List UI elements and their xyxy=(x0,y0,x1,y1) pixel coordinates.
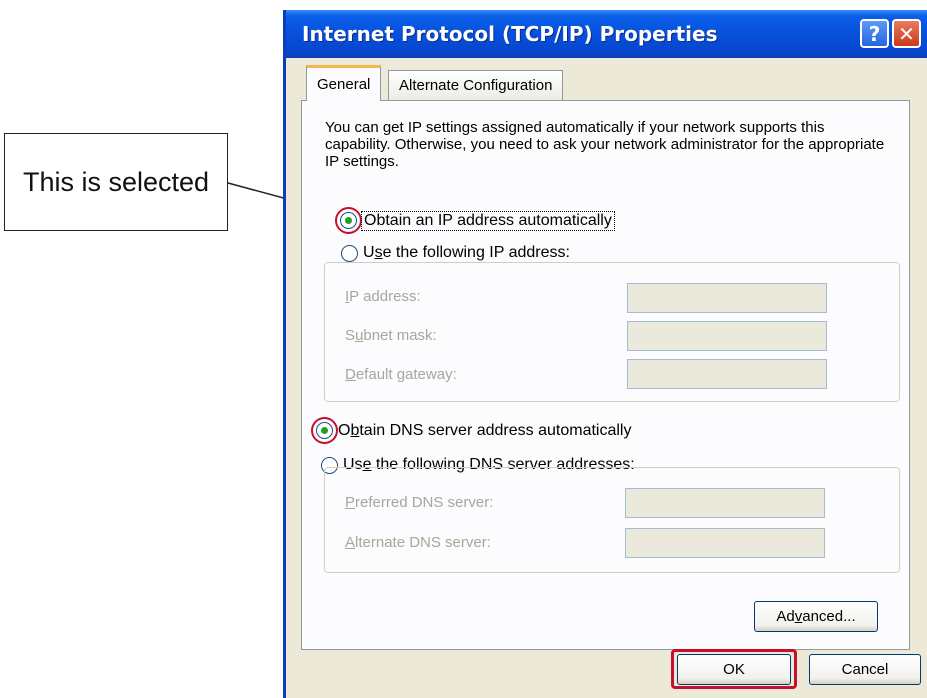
close-icon: ✕ xyxy=(898,21,915,46)
default-gateway-field[interactable] xyxy=(627,359,827,389)
default-gateway-label: Default gateway: xyxy=(345,366,457,383)
tab-general[interactable]: General xyxy=(306,65,382,101)
cancel-button[interactable]: Cancel xyxy=(809,654,921,685)
advanced-button[interactable]: Advanced... xyxy=(754,601,878,632)
alternate-dns-field[interactable] xyxy=(625,528,825,558)
radio-obtain-ip-auto[interactable]: Obtain an IP address automatically xyxy=(335,207,615,234)
preferred-dns-label: Preferred DNS server: xyxy=(345,494,494,511)
ip-address-label: IP address: xyxy=(345,288,421,305)
radio-use-following-ip-label: Use the following IP address: xyxy=(363,244,570,261)
help-icon: ? xyxy=(868,21,881,46)
general-tab-panel: You can get IP settings assigned automat… xyxy=(301,100,910,650)
tab-general-label: General xyxy=(317,76,371,93)
advanced-button-label: Advanced... xyxy=(776,608,856,625)
radio-button-unchecked[interactable] xyxy=(341,244,358,262)
subnet-mask-field[interactable] xyxy=(627,321,827,351)
preferred-dns-field[interactable] xyxy=(625,488,825,518)
radio-obtain-dns-auto-label: Obtain DNS server address automatically xyxy=(338,421,632,439)
alternate-dns-label: Alternate DNS server: xyxy=(345,534,491,551)
ip-address-group: IP address: Subnet mask: Default gateway… xyxy=(324,262,900,402)
window-title: Internet Protocol (TCP/IP) Properties xyxy=(302,22,718,46)
annotation-callout: This is selected xyxy=(4,133,228,231)
radio-obtain-ip-auto-label: Obtain an IP address automatically xyxy=(361,210,615,231)
cancel-button-label: Cancel xyxy=(841,661,889,678)
title-bar[interactable]: Internet Protocol (TCP/IP) Properties ? … xyxy=(286,10,927,58)
help-button[interactable]: ? xyxy=(860,19,889,48)
dns-server-group: Preferred DNS server: Alternate DNS serv… xyxy=(324,467,900,573)
highlight-ring xyxy=(311,417,338,444)
subnet-mask-label: Subnet mask: xyxy=(345,327,437,344)
ok-button-label: OK xyxy=(723,661,745,678)
tcpip-properties-dialog: Internet Protocol (TCP/IP) Properties ? … xyxy=(283,10,927,698)
radio-button-checked[interactable] xyxy=(316,422,333,439)
radio-button-checked[interactable] xyxy=(340,212,357,229)
radio-use-following-ip[interactable]: Use the following IP address: xyxy=(341,244,570,262)
radio-obtain-dns-auto[interactable]: Obtain DNS server address automatically xyxy=(311,417,632,444)
annotation-text: This is selected xyxy=(22,166,210,197)
ok-button[interactable]: OK xyxy=(677,654,791,685)
tab-alternate-configuration[interactable]: Alternate Configuration xyxy=(388,70,564,100)
intro-text: You can get IP settings assigned automat… xyxy=(325,119,885,170)
close-button[interactable]: ✕ xyxy=(892,19,921,48)
highlight-ring xyxy=(335,207,362,234)
ip-address-field[interactable] xyxy=(627,283,827,313)
tab-alternate-label: Alternate Configuration xyxy=(399,77,553,94)
